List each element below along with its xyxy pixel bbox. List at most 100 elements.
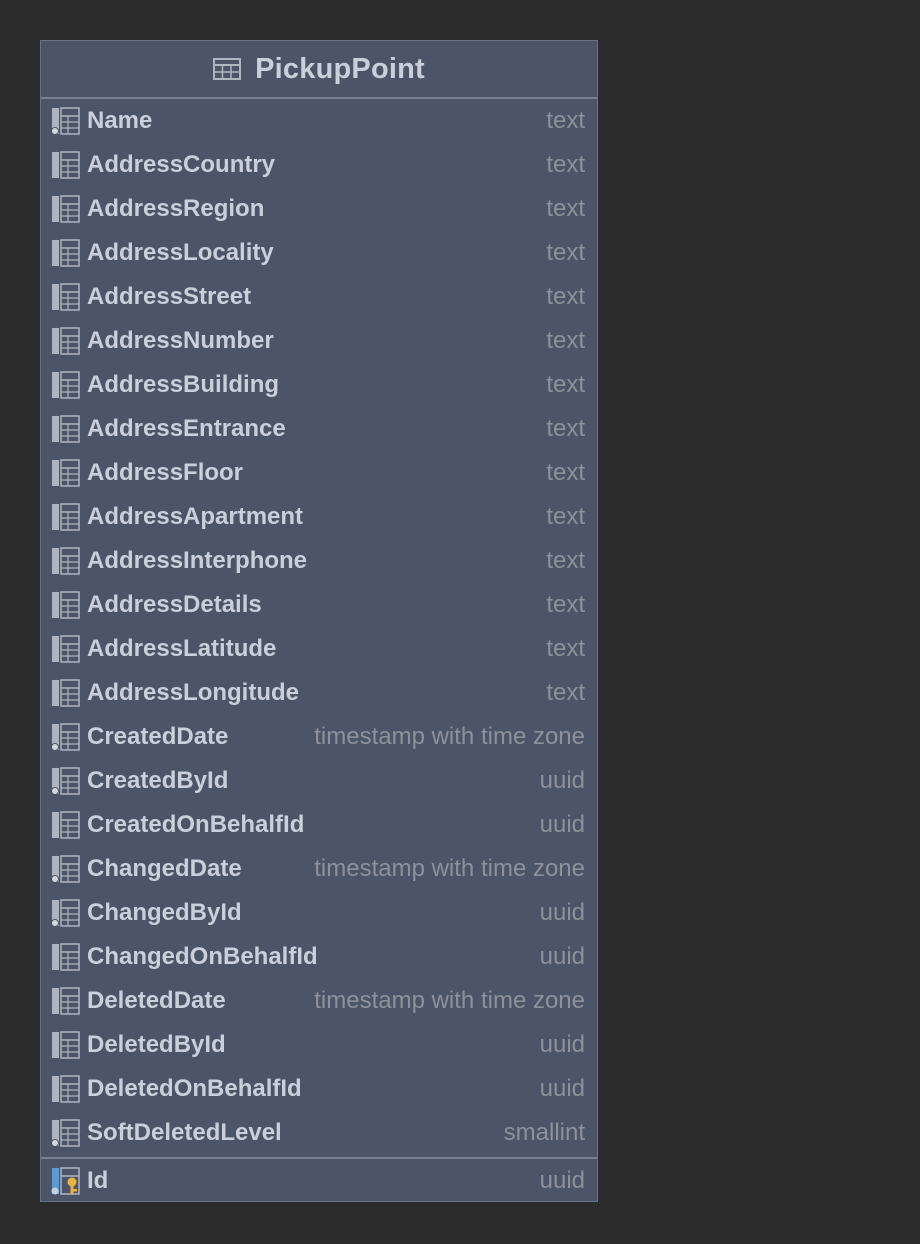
column-name: DeletedDate — [87, 987, 226, 1014]
column-name: AddressBuilding — [87, 371, 280, 398]
column-name: ChangedById — [87, 899, 242, 926]
column-icon — [51, 107, 80, 135]
column-type: text — [546, 107, 585, 134]
column-row[interactable]: ChangedById uuid — [41, 891, 597, 935]
column-icon — [52, 943, 80, 971]
column-name: SoftDeletedLevel — [87, 1119, 282, 1146]
column-type: text — [546, 415, 585, 442]
column-icon — [52, 327, 80, 355]
column-type: text — [546, 547, 585, 574]
column-icon — [52, 503, 80, 531]
column-icon — [51, 855, 80, 883]
column-row[interactable]: AddressEntrance text — [41, 407, 597, 451]
column-row[interactable]: AddressNumber text — [41, 319, 597, 363]
column-type: text — [546, 283, 585, 310]
column-type: text — [546, 151, 585, 178]
column-icon — [52, 1031, 80, 1059]
column-row[interactable]: AddressStreet text — [41, 275, 597, 319]
column-type: text — [546, 371, 585, 398]
column-name: AddressEntrance — [87, 415, 286, 442]
column-type: uuid — [539, 811, 585, 838]
column-type: uuid — [539, 1075, 585, 1102]
column-type: text — [546, 327, 585, 354]
column-name: CreatedOnBehalfId — [87, 811, 305, 838]
column-name: AddressDetails — [87, 591, 262, 618]
column-type: text — [546, 239, 585, 266]
column-type: text — [546, 459, 585, 486]
column-type: smallint — [503, 1119, 585, 1146]
column-type: text — [546, 591, 585, 618]
column-name: DeletedById — [87, 1031, 226, 1058]
pk-column-name: Id — [87, 1167, 109, 1194]
column-type: timestamp with time zone — [314, 987, 585, 1014]
column-icon — [52, 679, 80, 707]
column-row[interactable]: ChangedOnBehalfId uuid — [41, 935, 597, 979]
column-icon — [52, 459, 80, 487]
column-type: uuid — [539, 943, 585, 970]
column-row[interactable]: AddressBuilding text — [41, 363, 597, 407]
column-row[interactable]: ChangedDate timestamp with time zone — [41, 847, 597, 891]
column-name: AddressCountry — [87, 151, 276, 178]
column-icon — [52, 195, 80, 223]
column-row[interactable]: DeletedOnBehalfId uuid — [41, 1067, 597, 1111]
column-name: CreatedDate — [87, 723, 229, 750]
column-row[interactable]: DeletedById uuid — [41, 1023, 597, 1067]
column-icon — [52, 811, 80, 839]
column-icon — [52, 151, 80, 179]
column-name: ChangedOnBehalfId — [87, 943, 318, 970]
column-icon — [52, 283, 80, 311]
column-row[interactable]: CreatedById uuid — [41, 759, 597, 803]
column-row[interactable]: AddressLocality text — [41, 231, 597, 275]
primary-key-row[interactable]: Id uuid — [41, 1159, 597, 1203]
entity-title: PickupPoint — [255, 52, 425, 85]
column-type: text — [546, 635, 585, 662]
entity-header: PickupPoint — [41, 41, 597, 99]
column-type: timestamp with time zone — [314, 855, 585, 882]
column-row[interactable]: DeletedDate timestamp with time zone — [41, 979, 597, 1023]
column-type: text — [546, 503, 585, 530]
column-row[interactable]: AddressLatitude text — [41, 627, 597, 671]
column-row[interactable]: AddressFloor text — [41, 451, 597, 495]
column-icon — [52, 635, 80, 663]
column-icon — [52, 1075, 80, 1103]
column-icon — [51, 1119, 80, 1147]
column-name: AddressRegion — [87, 195, 265, 222]
column-row[interactable]: AddressRegion text — [41, 187, 597, 231]
column-name: AddressApartment — [87, 503, 304, 530]
column-name: AddressNumber — [87, 327, 274, 354]
table-icon — [213, 58, 242, 80]
primary-key-icon — [51, 1167, 80, 1195]
column-type: timestamp with time zone — [314, 723, 585, 750]
column-name: ChangedDate — [87, 855, 242, 882]
entity-box-pickuppoint[interactable]: PickupPoint Name text AddressCountry text Ad… — [40, 40, 598, 1202]
column-name: DeletedOnBehalfId — [87, 1075, 302, 1102]
column-icon — [52, 547, 80, 575]
column-type: uuid — [539, 1031, 585, 1058]
column-name: AddressInterphone — [87, 547, 308, 574]
column-row[interactable]: AddressDetails text — [41, 583, 597, 627]
column-row[interactable]: AddressLongitude text — [41, 671, 597, 715]
column-type: text — [546, 195, 585, 222]
column-icon — [51, 767, 80, 795]
column-name: AddressStreet — [87, 283, 252, 310]
column-row[interactable]: CreatedDate timestamp with time zone — [41, 715, 597, 759]
column-name: CreatedById — [87, 767, 229, 794]
column-icon — [51, 723, 80, 751]
column-row[interactable]: AddressApartment text — [41, 495, 597, 539]
column-row[interactable]: AddressCountry text — [41, 143, 597, 187]
column-name: AddressFloor — [87, 459, 244, 486]
column-row[interactable]: AddressInterphone text — [41, 539, 597, 583]
column-icon — [52, 371, 80, 399]
column-name: AddressLongitude — [87, 679, 300, 706]
column-type: uuid — [539, 767, 585, 794]
column-row[interactable]: CreatedOnBehalfId uuid — [41, 803, 597, 847]
column-name: AddressLocality — [87, 239, 274, 266]
column-icon — [52, 987, 80, 1015]
column-row[interactable]: SoftDeletedLevel smallint — [41, 1111, 597, 1155]
column-type: text — [546, 679, 585, 706]
column-icon — [52, 415, 80, 443]
column-icon — [51, 899, 80, 927]
column-row[interactable]: Name text — [41, 99, 597, 143]
column-icon — [52, 591, 80, 619]
pk-column-type: uuid — [539, 1167, 585, 1194]
